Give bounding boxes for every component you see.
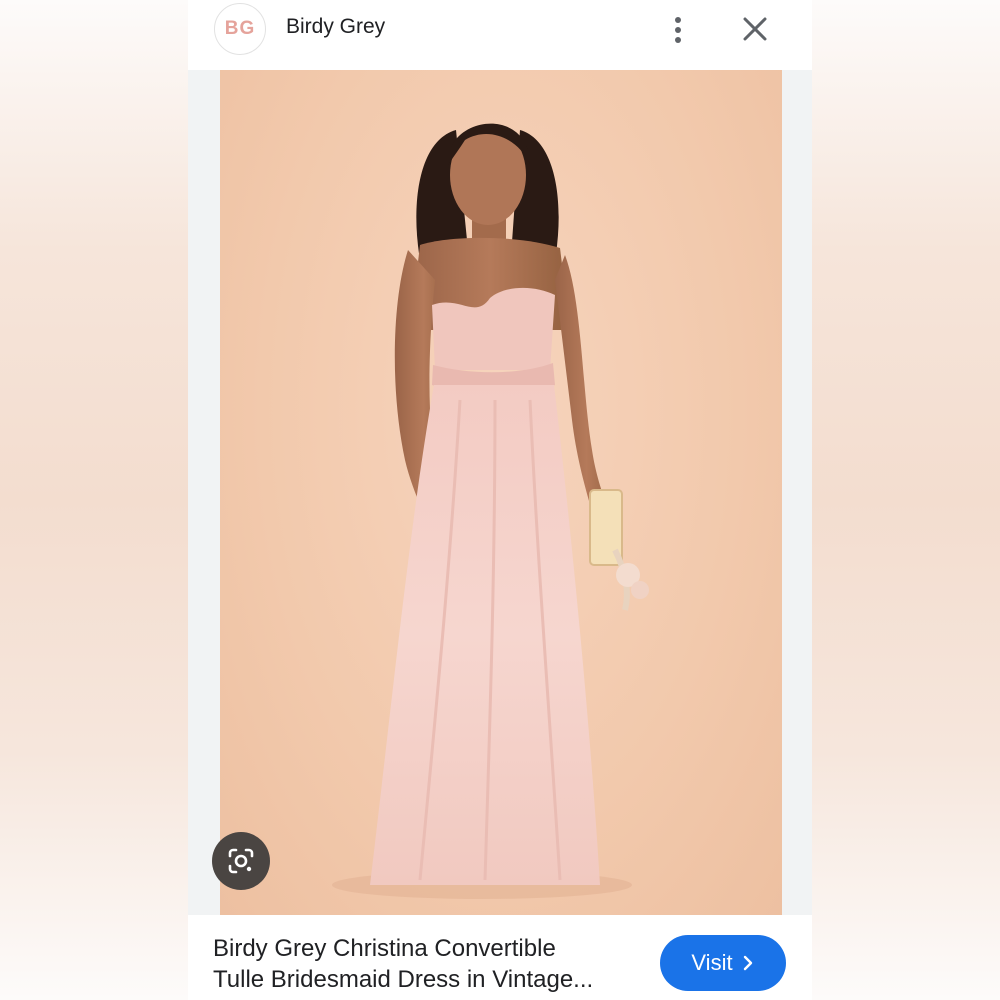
google-lens-icon <box>228 848 254 874</box>
result-title-line-2: Tulle Bridesmaid Dress in Vintage... <box>213 966 594 993</box>
site-logo-text: BG <box>224 18 256 39</box>
product-photo[interactable] <box>220 70 782 915</box>
model-in-dress-illustration <box>332 123 649 899</box>
visit-button[interactable]: Visit <box>660 935 786 991</box>
chevron-right-icon <box>743 955 752 971</box>
close-icon <box>743 17 767 41</box>
visit-label: Visit <box>691 950 733 975</box>
result-title-line-1: Birdy Grey Christina Convertible <box>213 935 556 962</box>
image-area <box>188 70 812 915</box>
lens-search-button[interactable] <box>212 832 270 890</box>
image-preview-panel: BG Birdy Grey Birdy Grey Christina Conve… <box>188 0 812 1000</box>
more-options-button[interactable] <box>664 12 692 48</box>
site-name[interactable]: Birdy Grey <box>286 15 385 39</box>
preview-header: BG Birdy Grey <box>188 0 812 70</box>
more-vert-icon <box>675 17 681 23</box>
close-button[interactable] <box>738 12 772 46</box>
result-title[interactable]: Birdy Grey Christina Convertible Tulle B… <box>213 933 633 995</box>
result-footer: Birdy Grey Christina Convertible Tulle B… <box>188 915 812 1000</box>
site-logo[interactable]: BG <box>214 3 266 55</box>
blurred-backdrop-right <box>812 0 1000 1000</box>
blurred-backdrop-left <box>0 0 188 1000</box>
